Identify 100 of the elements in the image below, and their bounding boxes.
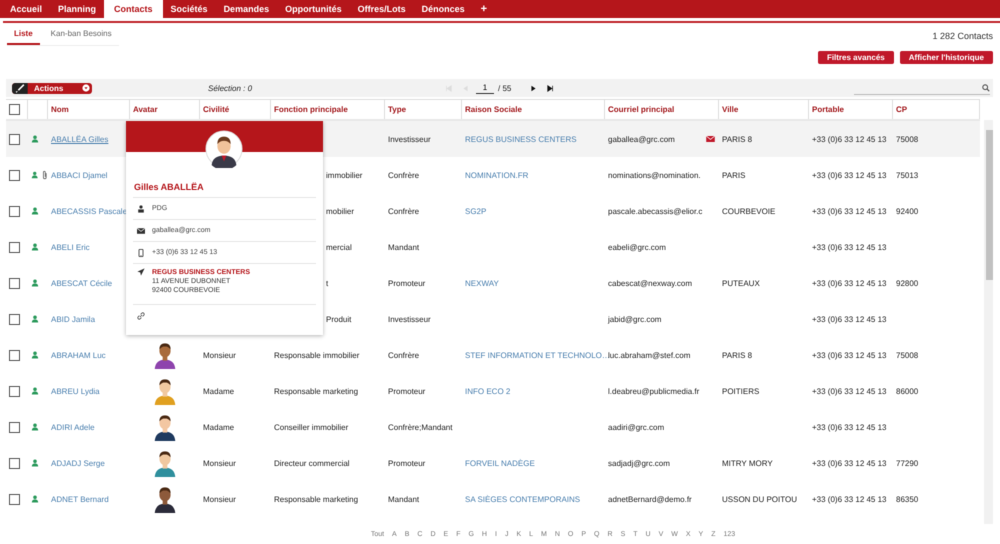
table-cell: Monsieur [203,458,236,468]
table-cell: jabid@grc.com [608,314,662,324]
contact-name-link[interactable]: ABBACI Djamel [51,170,108,180]
company-link[interactable]: STEF INFORMATION ET TECHNOLO… [465,350,610,360]
person-icon[interactable] [31,207,39,215]
contact-name-link[interactable]: ABRAHAM Luc [51,350,106,360]
nav-tab[interactable]: Dénonces [414,0,473,18]
table-cell: adnetBernard@demo.fr [608,494,692,504]
scrollbar[interactable] [984,120,993,524]
contact-name-link[interactable]: ABID Jamila [51,314,96,324]
company-link[interactable]: REGUS BUSINESS CENTERS [465,134,577,144]
row-checkbox[interactable] [9,242,20,252]
column-header[interactable]: Civilité [203,105,230,114]
table-cell: 75008 [896,350,918,360]
company-link[interactable]: INFO ECO 2 [465,386,510,396]
contact-name-link[interactable]: ADNET Bernard [51,494,109,504]
contact-card-name: Gilles ABALLËA [134,182,205,192]
envelope-icon [137,226,145,234]
column-header[interactable]: Courriel principal [608,105,674,114]
row-checkbox[interactable] [9,350,20,360]
sub-tab[interactable]: Kan-ban Besoins [44,27,119,45]
nav-tab[interactable]: Sociétés [162,0,216,18]
nav-tab[interactable]: Opportunités [277,0,350,18]
company-link[interactable]: NOMINATION.FR [465,170,528,180]
last-page-icon[interactable] [547,84,554,92]
caret-icon [82,84,90,92]
person-icon[interactable] [31,387,39,395]
contact-name-link[interactable]: ADJADJ Serge [51,458,105,468]
action-button[interactable]: Filtres avancés [818,51,894,64]
table-cell: PARIS [722,170,746,180]
actions-button[interactable]: Actions [12,82,92,94]
contact-name-link[interactable]: ABALLËA Gilles [51,134,108,144]
page-field[interactable]: 1 [476,82,494,94]
sub-tab[interactable]: Liste [7,27,40,45]
nav-tab[interactable]: Offres/Lots [350,0,414,18]
row-checkbox[interactable] [9,386,20,396]
person-icon[interactable] [31,351,39,359]
table-cell: Madame [203,386,234,396]
person-icon [137,204,145,212]
table-cell: mercial [326,242,352,252]
table-cell: USSON DU POITOU [722,494,797,504]
row-checkbox[interactable] [9,494,20,504]
table-cell: immobilier [326,170,362,180]
company-link[interactable]: SG2P [465,206,486,216]
column-header[interactable]: Raison Sociale [465,105,522,114]
contact-name-link[interactable]: ADIRI Adele [51,422,95,432]
company-link[interactable]: NEXWAY [465,278,499,288]
envelope-icon[interactable] [706,136,715,142]
company-link[interactable]: SA SIÈGES CONTEMPORAINS [465,494,580,504]
action-button[interactable]: Afficher l'historique [900,51,993,64]
person-icon[interactable] [31,279,39,287]
company-link[interactable]: FORVEIL NADÈGE [465,458,535,468]
add-tab-button[interactable]: + [472,0,496,18]
table-cell: +33 (0)6 33 12 45 13 [812,458,887,468]
person-icon[interactable] [31,423,39,431]
table-cell: gaballea@grc.com [608,134,675,144]
row-checkbox[interactable] [9,314,20,324]
contact-name-link[interactable]: ABELI Eric [51,242,90,252]
row-checkbox[interactable] [9,134,20,144]
table-cell: Conseiller immobilier [274,422,348,432]
nav-tab[interactable]: Planning [50,0,104,18]
nav-tab[interactable]: Accueil [2,0,50,18]
table-cell: mobilier [326,206,354,216]
paperclip-icon[interactable] [42,170,48,180]
contact-name-link[interactable]: ABREU Lydia [51,386,100,396]
person-icon[interactable] [31,135,39,143]
row-checkbox[interactable] [9,422,20,432]
table-cell: Confrère [388,350,420,360]
column-header[interactable]: Ville [722,105,738,114]
person-icon[interactable] [31,243,39,251]
table-cell: Promoteur [388,278,426,288]
person-icon[interactable] [31,459,39,467]
contact-name-link[interactable]: ABECASSIS Pascale [51,206,128,216]
column-header[interactable]: Type [388,105,406,114]
table-cell: PARIS 8 [722,350,752,360]
nav-tab[interactable]: Contacts [104,0,163,18]
nav-tab[interactable]: Demandes [216,0,278,18]
person-icon[interactable] [31,171,38,179]
column-header[interactable]: Avatar [133,105,158,114]
table-cell: 92400 [896,206,918,216]
link-icon[interactable] [137,312,145,320]
table-cell: nominations@nomination. [608,170,701,180]
column-header[interactable]: Nom [51,105,69,114]
table-cell: luc.abraham@stef.com [608,350,690,360]
row-checkbox[interactable] [9,278,20,288]
next-page-icon[interactable] [530,84,538,92]
select-all-checkbox[interactable] [9,104,20,115]
table-cell: Produit [326,314,352,324]
person-icon[interactable] [31,495,39,503]
column-header[interactable]: Fonction principale [274,105,348,114]
row-checkbox[interactable] [9,458,20,468]
column-header[interactable]: CP [896,105,908,114]
table-cell: Promoteur [388,458,426,468]
contact-name-link[interactable]: ABESCAT Cécile [51,278,112,288]
column-header[interactable]: Portable [812,105,844,114]
row-checkbox[interactable] [9,170,20,180]
row-checkbox[interactable] [9,206,20,216]
table-cell: sadjadj@grc.com [608,458,670,468]
person-icon[interactable] [31,315,39,323]
selection-count: Sélection : 0 [208,84,252,92]
